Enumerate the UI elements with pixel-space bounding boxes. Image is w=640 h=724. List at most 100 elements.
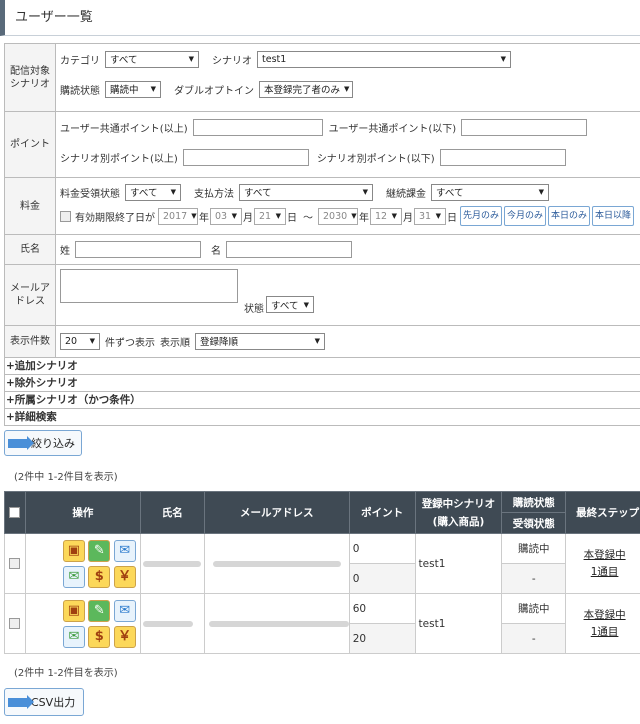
from-day-select[interactable]: 21 ▼	[254, 207, 286, 225]
dropdown-arrow-icon: ▼	[170, 188, 176, 196]
fee-label: 料金	[5, 178, 56, 234]
this-month-button[interactable]: 今月のみ	[504, 206, 547, 226]
points-label: ポイント	[5, 112, 56, 177]
from-month-select[interactable]: 03 ▼	[210, 207, 242, 225]
points-top-cell: 60	[348, 593, 416, 624]
filter-button[interactable]: 絞り込み	[4, 430, 82, 456]
payment-select[interactable]: すべて ▼	[239, 183, 373, 201]
last-step-count-link[interactable]: 1通目	[566, 564, 640, 581]
after-today-button[interactable]: 本日以降	[592, 206, 635, 226]
csv-export-button[interactable]: CSV出力	[4, 688, 85, 716]
prev-month-button[interactable]: 先月のみ	[460, 206, 503, 226]
expiry-label: 有効期限終了日が	[75, 212, 155, 224]
dropdown-arrow-icon: ▼	[362, 188, 368, 196]
scenario-min-input[interactable]	[182, 148, 309, 166]
row-checkbox[interactable]	[4, 593, 26, 654]
search-form: 配信対象シナリオ カテゴリ すべて ▼ シナリオ test1 ▼ 購読状態 購読中 ▼…	[4, 43, 640, 426]
scenario-label: シナリオ	[212, 55, 252, 67]
name-label: 氏名	[5, 235, 56, 264]
card-icon[interactable]: ▣	[62, 599, 85, 622]
pencil-icon[interactable]: ✎	[88, 599, 111, 622]
dropdown-arrow-icon: ▼	[344, 85, 350, 93]
users-table: 操作 氏名 メールアドレス ポイント 登録中シナリオ (購入商品) 購読状態 最終…	[4, 491, 640, 654]
count-select[interactable]: 20 ▼	[60, 332, 100, 350]
yen-icon[interactable]: ￥	[113, 625, 136, 648]
last-name-input[interactable]	[75, 240, 201, 258]
accordion-detail-search[interactable]: +詳細検索	[4, 409, 640, 426]
dollar-icon[interactable]: $	[88, 565, 111, 588]
header-sub-status: 購読状態	[501, 491, 567, 513]
points-bottom-cell: 20	[348, 623, 416, 654]
recurring-select[interactable]: すべて ▼	[431, 183, 549, 201]
header-recv-status: 受領状態	[501, 512, 567, 534]
payment-label: 支払方法	[194, 188, 234, 200]
year-unit: 年	[359, 212, 369, 224]
mail-icon[interactable]: ✉	[62, 625, 85, 648]
year-unit: 年	[199, 212, 209, 224]
pencil-icon[interactable]: ✎	[88, 539, 111, 562]
recurring-label: 継続課金	[386, 188, 426, 200]
scenario-max-label: シナリオ別ポイント(以下)	[316, 153, 435, 165]
from-year-select[interactable]: 2017 ▼	[158, 207, 198, 225]
dropdown-arrow-icon: ▼	[191, 212, 197, 220]
page-title: ユーザー一覧	[0, 0, 640, 36]
common-max-label: ユーザー共通ポイント(以下)	[328, 123, 457, 135]
dropdown-arrow-icon: ▼	[188, 55, 194, 63]
last-step-link[interactable]: 本登録中	[566, 547, 640, 564]
result-count-top: (2件中 1-2件目を表示)	[14, 472, 118, 483]
last-step-count-link[interactable]: 1通目	[566, 624, 640, 641]
dropdown-arrow-icon: ▼	[351, 212, 357, 220]
tilde: ～	[303, 212, 313, 224]
dropdown-arrow-icon: ▼	[314, 337, 320, 345]
dropdown-arrow-icon: ▼	[150, 85, 156, 93]
dropdown-arrow-icon: ▼	[391, 212, 397, 220]
count-suffix: 件ずつ表示	[105, 337, 155, 349]
dropdown-arrow-icon: ▼	[89, 337, 95, 345]
row-checkbox[interactable]	[4, 533, 26, 594]
accordion-exclude-scenario[interactable]: +除外シナリオ	[4, 375, 640, 392]
arrow-right-icon	[8, 694, 34, 709]
mail-icon[interactable]: ✉	[113, 539, 136, 562]
day-unit: 日	[447, 212, 457, 224]
today-button[interactable]: 本日のみ	[548, 206, 591, 226]
email-state-select[interactable]: すべて ▼	[266, 296, 314, 313]
double-optin-select[interactable]: 本登録完了者のみ ▼	[259, 80, 353, 98]
email-textarea[interactable]	[60, 269, 238, 303]
to-day-select[interactable]: 31 ▼	[414, 207, 446, 225]
dropdown-arrow-icon: ▼	[275, 212, 281, 220]
status-label: 購読状態	[60, 85, 100, 97]
dropdown-arrow-icon: ▼	[303, 300, 309, 309]
recv-status-cell: -	[501, 563, 567, 594]
to-month-select[interactable]: 12 ▼	[370, 207, 402, 225]
status-select[interactable]: 購読中 ▼	[105, 80, 161, 98]
scenario-select[interactable]: test1 ▼	[257, 50, 511, 68]
double-optin-label: ダブルオプトイン	[174, 85, 254, 97]
scenario-max-input[interactable]	[439, 148, 566, 166]
accordion-belong-scenario[interactable]: +所属シナリオ（かつ条件）	[4, 392, 640, 409]
email-cell	[203, 533, 350, 594]
to-year-select[interactable]: 2030 ▼	[318, 207, 358, 225]
accordion-add-scenario[interactable]: +追加シナリオ	[4, 358, 640, 375]
first-name-input[interactable]	[226, 240, 352, 258]
category-select[interactable]: すべて ▼	[105, 50, 199, 68]
mail-icon[interactable]: ✉	[113, 599, 136, 622]
mail-icon[interactable]: ✉	[62, 565, 85, 588]
last-step-link[interactable]: 本登録中	[566, 607, 640, 624]
expiry-checkbox[interactable]	[60, 210, 71, 222]
common-min-input[interactable]	[192, 118, 323, 136]
yen-icon[interactable]: ￥	[113, 565, 136, 588]
common-max-input[interactable]	[461, 118, 588, 136]
name-cell	[139, 533, 205, 594]
scenario-cell: test1	[414, 533, 503, 594]
card-icon[interactable]: ▣	[62, 539, 85, 562]
receive-select[interactable]: すべて ▼	[125, 183, 181, 201]
common-min-label: ユーザー共通ポイント(以上)	[60, 123, 188, 135]
order-select[interactable]: 登録降順 ▼	[195, 332, 325, 350]
header-select-all[interactable]	[4, 491, 26, 534]
dollar-icon[interactable]: $	[88, 625, 111, 648]
email-label: メールアドレス	[5, 265, 56, 325]
header-points: ポイント	[348, 491, 416, 534]
dropdown-arrow-icon: ▼	[435, 212, 441, 220]
scenario-cell: test1	[414, 593, 503, 654]
receive-label: 料金受領状態	[60, 188, 120, 200]
